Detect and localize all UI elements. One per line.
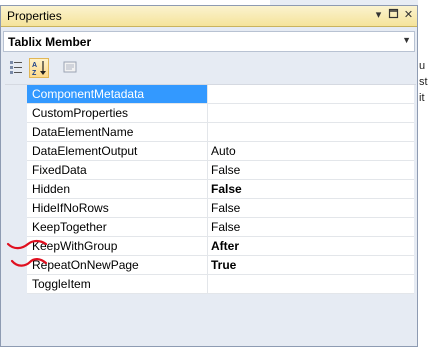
categorized-button[interactable] [7, 58, 27, 78]
property-name[interactable]: FixedData [27, 161, 208, 180]
row-gutter [5, 218, 27, 237]
row-gutter [5, 161, 27, 180]
property-value[interactable] [208, 123, 414, 142]
property-row[interactable]: CustomProperties [5, 104, 416, 123]
window-position-dropdown-icon[interactable]: ▾ [372, 8, 385, 22]
property-row[interactable]: DataElementName [5, 123, 416, 142]
property-name[interactable]: KeepTogether [27, 218, 208, 237]
row-gutter [5, 256, 27, 275]
property-row[interactable]: HideIfNoRows False [5, 199, 416, 218]
properties-panel: Properties ▾ ✕ Tablix Member ▼ A Z Compo… [0, 5, 418, 347]
property-row[interactable]: Hidden False [5, 180, 416, 199]
close-icon[interactable]: ✕ [402, 8, 415, 22]
property-name[interactable]: KeepWithGroup [27, 237, 208, 256]
property-value[interactable]: False [208, 180, 414, 199]
property-row[interactable]: KeepTogether False [5, 218, 416, 237]
object-selector[interactable]: Tablix Member ▼ [3, 31, 415, 52]
pin-icon[interactable] [387, 8, 400, 22]
property-pages-icon [63, 61, 77, 73]
property-row[interactable]: DataElementOutput Auto [5, 142, 416, 161]
property-value[interactable] [208, 275, 414, 294]
property-value[interactable]: After [208, 237, 414, 256]
row-gutter [5, 123, 27, 142]
row-gutter [5, 199, 27, 218]
chevron-down-icon[interactable]: ▼ [402, 35, 411, 45]
property-row[interactable]: KeepWithGroup After [5, 237, 416, 256]
row-gutter [5, 180, 27, 199]
alphabetical-icon: A Z [32, 61, 46, 77]
property-value[interactable]: False [208, 218, 414, 237]
background-window: u st it [418, 0, 428, 347]
properties-toolbar: A Z [3, 56, 415, 80]
property-value[interactable]: False [208, 161, 414, 180]
alphabetical-button[interactable]: A Z [29, 58, 49, 78]
property-name[interactable]: DataElementName [27, 123, 208, 142]
property-value[interactable]: Auto [208, 142, 414, 161]
property-row[interactable]: RepeatOnNewPage True [5, 256, 416, 275]
property-name[interactable]: Hidden [27, 180, 208, 199]
property-name[interactable]: DataElementOutput [27, 142, 208, 161]
property-name[interactable]: ComponentMetadata [27, 85, 208, 104]
row-gutter [5, 275, 27, 294]
property-name[interactable]: RepeatOnNewPage [27, 256, 208, 275]
background-text: u [419, 60, 426, 72]
property-row[interactable]: ComponentMetadata [5, 85, 416, 104]
property-value[interactable] [208, 104, 414, 123]
property-row[interactable]: FixedData False [5, 161, 416, 180]
row-gutter [5, 142, 27, 161]
property-value[interactable] [208, 85, 414, 104]
property-name[interactable]: ToggleItem [27, 275, 208, 294]
row-gutter [5, 237, 27, 256]
background-text: st [419, 76, 428, 88]
property-value[interactable]: False [208, 199, 414, 218]
property-pages-button[interactable] [61, 58, 81, 78]
panel-titlebar[interactable]: Properties ▾ ✕ [1, 6, 417, 27]
panel-title: Properties [7, 9, 62, 23]
row-gutter [5, 85, 27, 104]
property-name[interactable]: HideIfNoRows [27, 199, 208, 218]
row-gutter [5, 104, 27, 123]
property-grid: ComponentMetadata CustomProperties DataEle… [5, 84, 416, 297]
categorized-icon [10, 61, 22, 74]
object-selector-value: Tablix Member [8, 35, 92, 49]
background-text: it [419, 92, 425, 104]
property-value[interactable]: True [208, 256, 414, 275]
property-name[interactable]: CustomProperties [27, 104, 208, 123]
svg-text:Z: Z [32, 70, 37, 77]
svg-text:A: A [32, 62, 37, 69]
property-row[interactable]: ToggleItem [5, 275, 416, 294]
